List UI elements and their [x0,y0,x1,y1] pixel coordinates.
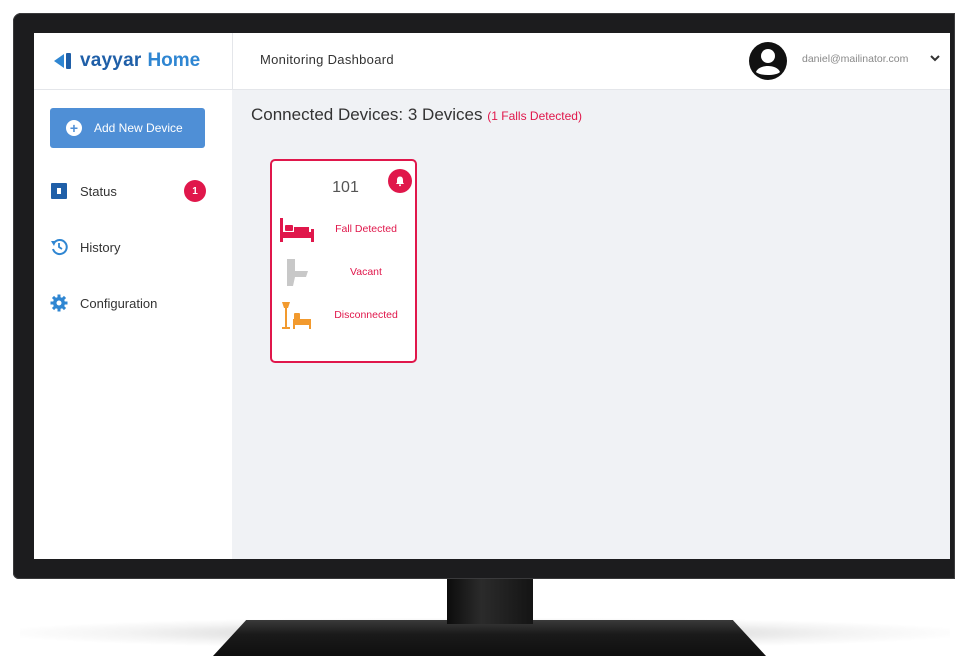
sidebar: + Add New Device Status 1 History Config… [34,90,232,559]
bed-icon [280,218,314,242]
chevron-down-icon[interactable] [929,52,941,64]
header-divider [232,33,233,89]
history-icon [51,239,68,256]
vayyar-home-logo[interactable]: vayyar Home [52,47,200,75]
devices-count-text: Connected Devices: 3 Devices [251,105,483,124]
falls-detected-note: (1 Falls Detected) [487,109,582,123]
row-status-text: Vacant [350,266,382,278]
dashboard-screen: vayyar Home Monitoring Dashboard daniel@… [34,33,950,559]
toilet-icon [287,259,308,286]
room-row-bed: Fall Detected [278,215,414,245]
sidebar-item-label: History [80,239,121,255]
lamp-sofa-icon [282,302,311,329]
page-title: Monitoring Dashboard [260,52,394,67]
logo-brand-text: vayyar [80,50,142,71]
sidebar-item-configuration[interactable]: Configuration [50,290,222,316]
add-new-device-button[interactable]: + Add New Device [50,108,205,148]
room-row-bathroom: Vacant [278,258,414,288]
device-card-101[interactable]: 101 Fall Detected Vacant Disconnected [270,159,417,363]
status-badge: 1 [184,180,206,202]
connected-devices-heading: Connected Devices: 3 Devices (1 Falls De… [251,105,582,125]
status-square-icon [51,183,67,199]
sidebar-item-status[interactable]: Status 1 [50,178,222,204]
add-new-device-label: Add New Device [94,121,183,135]
logo-suffix-text: Home [147,50,201,71]
user-avatar-icon[interactable] [748,41,788,81]
user-email[interactable]: daniel@mailinator.com [802,53,908,65]
gear-icon [50,294,68,312]
sidebar-item-history[interactable]: History [50,234,222,260]
bell-glyph [396,176,404,187]
plus-circle-icon: + [66,120,82,136]
monitor-stand-neck [447,576,533,624]
vayyar-logo-icon [54,53,71,69]
sidebar-item-label: Status [80,183,117,199]
monitor-stand-base [213,620,766,656]
room-row-living: Disconnected [278,301,414,331]
top-header: vayyar Home Monitoring Dashboard daniel@… [34,33,950,90]
row-status-text: Fall Detected [335,223,397,235]
row-status-text: Disconnected [334,309,398,321]
bell-icon[interactable] [388,169,412,193]
sidebar-item-label: Configuration [80,295,158,311]
